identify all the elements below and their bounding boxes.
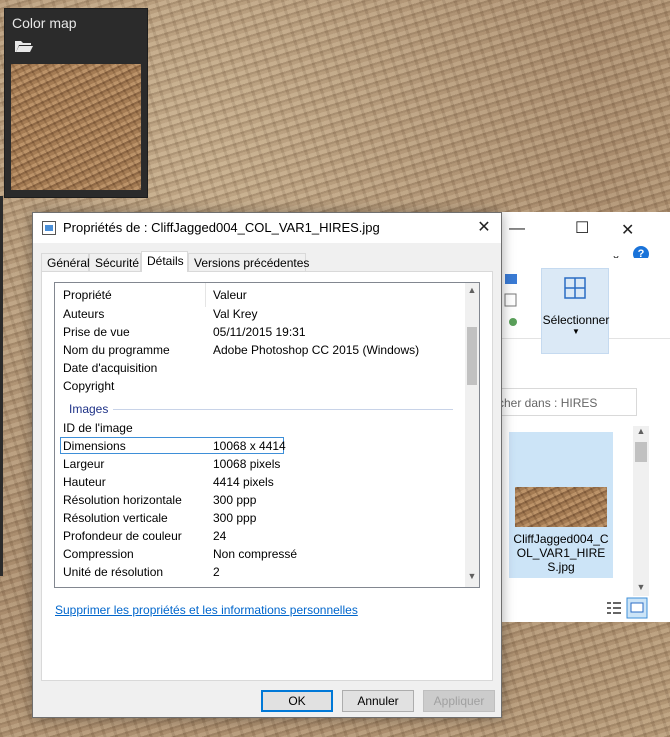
table-row[interactable]: Date d'acquisition — [55, 359, 465, 377]
dialog-title: Propriétés de : CliffJagged004_COL_VAR1_… — [63, 220, 380, 235]
table-row[interactable]: Largeur 10068 pixels — [55, 455, 465, 473]
scroll-up-icon[interactable]: ▲ — [633, 426, 649, 436]
table-row[interactable]: Copyright — [55, 377, 465, 395]
table-row[interactable]: Auteurs Val Krey — [55, 305, 465, 323]
properties-list[interactable]: Propriété Valeur Auteurs Val Krey Prise d… — [54, 282, 480, 588]
select-grid-icon — [564, 277, 586, 299]
select-button[interactable]: Sélectionner ▼ — [541, 268, 609, 354]
tab-security[interactable]: Sécurité — [89, 253, 141, 271]
select-dropdown-icon: ▼ — [572, 327, 580, 336]
file-properties-icon — [42, 221, 56, 235]
explorer-window: — ☐ ✕ ⌄ ? Sélectionner ▼ cher dans : HIR… — [493, 212, 670, 622]
close-icon[interactable]: ✕ — [621, 220, 634, 240]
minimize-icon[interactable]: — — [509, 220, 525, 238]
color-map-thumbnail[interactable] — [11, 64, 141, 190]
table-row[interactable]: Résolution verticale 300 ppp — [55, 509, 465, 527]
group-header-images: Images — [69, 402, 109, 416]
ribbon-small-icons[interactable] — [503, 274, 519, 330]
list-scrollbar[interactable]: ▲ ▼ — [465, 283, 479, 587]
scroll-up-icon[interactable]: ▲ — [465, 285, 479, 295]
tab-details[interactable]: Détails — [141, 251, 188, 272]
table-row-selected[interactable]: Dimensions 10068 x 4414 — [55, 437, 465, 455]
group-divider — [113, 409, 453, 410]
file-tile[interactable]: CliffJagged004_COL_VAR1_HIRES.jpg — [509, 432, 613, 578]
table-row[interactable]: Hauteur 4414 pixels — [55, 473, 465, 491]
maximize-icon[interactable]: ☐ — [575, 218, 589, 238]
tab-general[interactable]: Général — [41, 253, 90, 271]
cancel-button[interactable]: Annuler — [342, 690, 414, 712]
close-icon[interactable]: ✕ — [469, 217, 499, 239]
remove-properties-link[interactable]: Supprimer les propriétés et les informat… — [55, 603, 358, 617]
table-row[interactable]: Prise de vue 05/11/2015 19:31 — [55, 323, 465, 341]
details-page: Propriété Valeur Auteurs Val Krey Prise d… — [41, 271, 493, 681]
file-thumbnail — [515, 487, 607, 527]
list-header: Propriété Valeur — [55, 283, 465, 307]
ok-button[interactable]: OK — [261, 690, 333, 712]
folder-open-icon[interactable] — [14, 39, 34, 53]
table-row[interactable]: Nom du programme Adobe Photoshop CC 2015 … — [55, 341, 465, 359]
tab-previous-versions[interactable]: Versions précédentes — [188, 253, 309, 271]
table-row[interactable]: Unité de résolution 2 — [55, 563, 465, 581]
column-header-property[interactable]: Propriété — [63, 288, 112, 302]
panel-edge — [0, 196, 3, 576]
table-row[interactable]: Compression Non compressé — [55, 545, 465, 563]
color-map-panel: Color map — [4, 8, 148, 198]
scroll-down-icon[interactable]: ▼ — [633, 582, 649, 592]
table-row[interactable]: ID de l'image — [55, 419, 465, 437]
apply-button[interactable]: Appliquer — [423, 690, 495, 712]
scroll-down-icon[interactable]: ▼ — [465, 571, 479, 581]
color-map-title: Color map — [12, 15, 77, 31]
select-label: Sélectionner — [542, 313, 610, 327]
column-header-value[interactable]: Valeur — [213, 288, 247, 302]
properties-dialog: Propriétés de : CliffJagged004_COL_VAR1_… — [32, 212, 502, 718]
table-row[interactable]: Profondeur de couleur 24 — [55, 527, 465, 545]
scroll-thumb[interactable] — [635, 442, 647, 462]
scroll-thumb[interactable] — [467, 327, 477, 385]
dialog-titlebar[interactable]: Propriétés de : CliffJagged004_COL_VAR1_… — [33, 213, 501, 243]
view-mode-icons[interactable] — [603, 596, 651, 620]
explorer-scrollbar[interactable]: ▲ ▼ — [633, 426, 649, 596]
file-name: CliffJagged004_COL_VAR1_HIRES.jpg — [513, 532, 609, 574]
table-row[interactable]: Résolution horizontale 300 ppp — [55, 491, 465, 509]
search-input[interactable]: cher dans : HIRES — [493, 388, 637, 416]
